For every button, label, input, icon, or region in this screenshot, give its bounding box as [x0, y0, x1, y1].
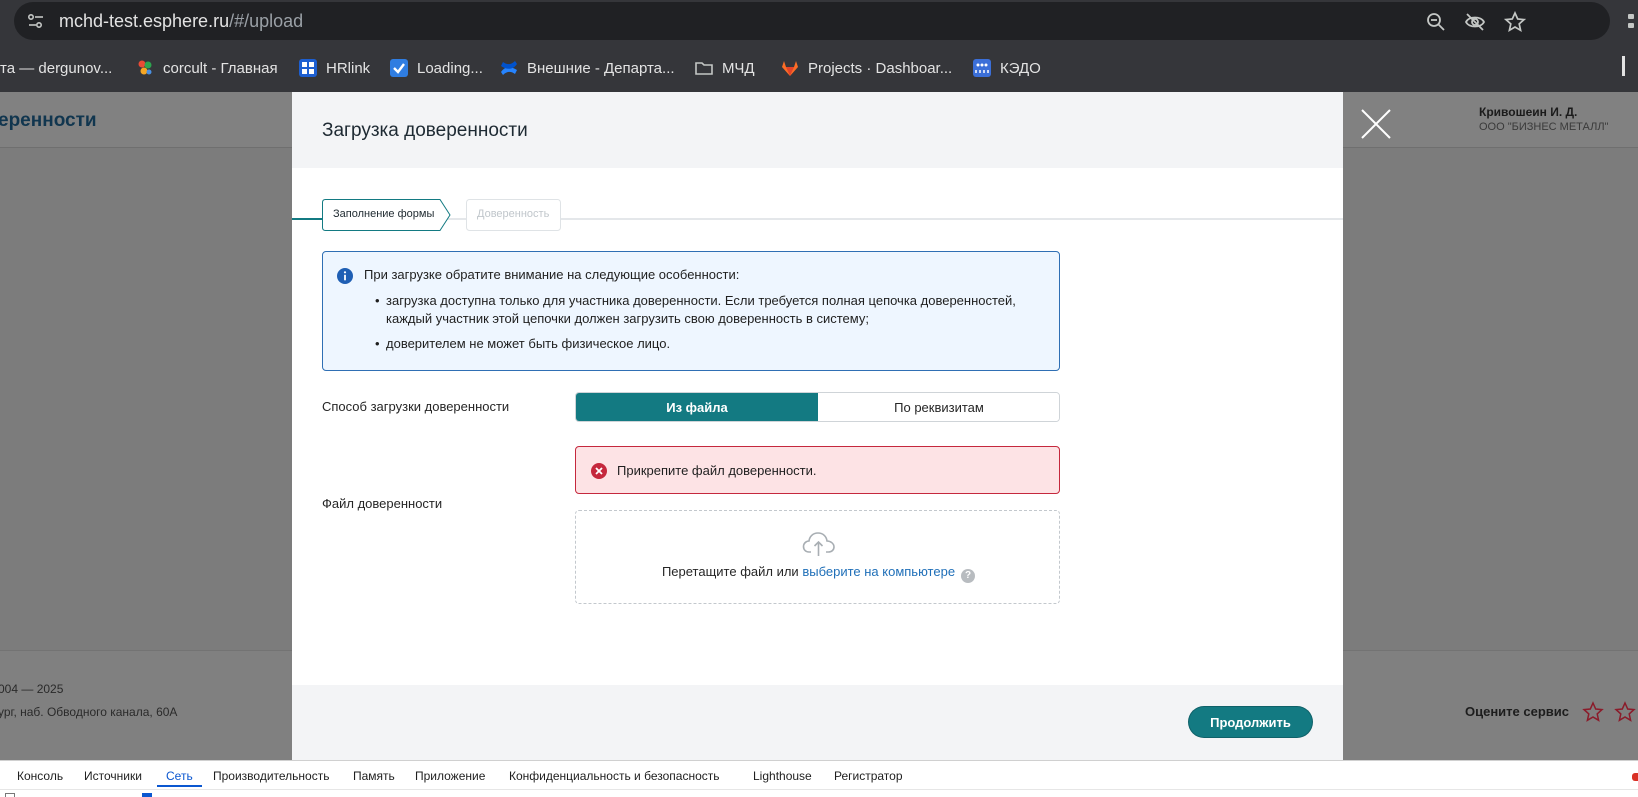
file-dropzone[interactable]: Перетащите файл или выберите на компьюте…: [575, 510, 1060, 604]
browser-toolbar: mchd-test.esphere.ru/#/upload: [0, 0, 1638, 44]
bookmarks-bar: та — dergunov... corcult - Главная HRlin…: [0, 44, 1638, 92]
error-count-badge[interactable]: [1632, 773, 1638, 781]
corcult-icon: [138, 60, 152, 75]
bookmark-5[interactable]: МЧД: [694, 57, 754, 79]
bookmark-label: Projects · Dashboar...: [808, 59, 953, 77]
modal-title: Загрузка доверенности: [322, 120, 528, 141]
from-file-option[interactable]: Из файла: [576, 393, 818, 421]
bookmark-label: та — dergunov...: [0, 59, 113, 77]
kedo-icon: [973, 59, 991, 77]
help-icon[interactable]: ?: [961, 569, 976, 583]
info-bullet-text: доверителем не может быть физическое лиц…: [386, 336, 671, 351]
devtools-panel: Консоль Источники Сеть Производительност…: [0, 760, 1638, 797]
info-icon: [337, 268, 353, 284]
devtools-checkbox-checked[interactable]: [142, 793, 152, 797]
choose-file-link[interactable]: выберите на компьютере: [802, 564, 955, 579]
devtools-tab-application[interactable]: Приложение: [415, 769, 485, 783]
bookmark-label: МЧД: [722, 59, 755, 77]
loading-icon: [390, 59, 408, 77]
url-path: /#/upload: [229, 11, 304, 31]
bullet-dot: •: [375, 336, 380, 351]
bookmark-0[interactable]: та — dergunov...: [0, 57, 112, 79]
bookmark-2[interactable]: HRlink: [298, 57, 370, 79]
step-form-label: Заполнение формы: [333, 208, 435, 220]
error-text: Прикрепите файл доверенности.: [617, 463, 817, 478]
devtools-tab-network[interactable]: Сеть: [166, 769, 193, 783]
devtools-tab-recorder[interactable]: Регистратор: [834, 769, 903, 783]
close-icon[interactable]: [1360, 108, 1392, 140]
bookmark-7[interactable]: КЭДО: [972, 57, 1041, 79]
file-label: Файл доверенности: [322, 496, 443, 511]
info-bullet-text: каждый участник этой цепочки должен загр…: [386, 311, 869, 326]
devtools-tab-lighthouse[interactable]: Lighthouse: [753, 769, 812, 783]
error-icon: [591, 463, 607, 479]
footer-copyright: 004 — 2025: [0, 682, 64, 696]
drop-text: Перетащите файл или: [661, 564, 799, 579]
site-info-icon[interactable]: [26, 11, 46, 31]
upload-method-label: Способ загрузки доверенности: [322, 399, 510, 414]
rate-service-label: Оцените сервис: [1465, 704, 1569, 719]
user-name[interactable]: Кривошеин И. Д.: [1479, 105, 1577, 119]
rating-star-icon[interactable]: [1614, 701, 1636, 723]
bookmark-label: КЭДО: [1000, 59, 1041, 77]
bookmark-3[interactable]: Loading...: [389, 57, 483, 79]
menu-icon[interactable]: [1624, 12, 1638, 32]
step-document: Доверенность: [466, 199, 561, 231]
bookmark-label: HRlink: [326, 59, 371, 77]
step-document-label: Доверенность: [477, 208, 550, 220]
devtools-tab-performance[interactable]: Производительность: [213, 769, 329, 783]
bookmarks-divider: [1622, 56, 1625, 76]
cloud-upload-icon: [802, 532, 835, 556]
bookmark-1[interactable]: corcult - Главная: [135, 57, 278, 79]
bookmark-label: corcult - Главная: [163, 59, 278, 77]
bookmark-label: Внешние - Департа...: [527, 59, 675, 77]
error-alert: Прикрепите файл доверенности.: [575, 446, 1060, 494]
eye-off-icon[interactable]: [1464, 11, 1486, 33]
devtools-checkbox[interactable]: [5, 793, 15, 797]
drop-instructions: Перетащите файл или выберите на компьюте…: [576, 564, 1061, 583]
devtools-tab-privacy[interactable]: Конфиденциальность и безопасность: [509, 769, 720, 783]
bookmark-star-icon[interactable]: [1504, 11, 1526, 33]
devtools-active-underline: [157, 785, 202, 787]
devtools-tab-console[interactable]: Консоль: [17, 769, 63, 783]
bookmark-4[interactable]: Внешние - Департа...: [499, 57, 675, 79]
address-bar[interactable]: mchd-test.esphere.ru/#/upload: [14, 2, 1610, 40]
info-heading: При загрузке обратите внимание на следую…: [364, 267, 740, 282]
continue-button[interactable]: Продолжить: [1189, 707, 1312, 737]
folder-icon: [695, 62, 713, 75]
devtools-tab-sources[interactable]: Источники: [84, 769, 142, 783]
bookmark-label: Loading...: [417, 59, 483, 77]
upload-method-toggle: Из файла По реквизитам: [575, 392, 1060, 422]
bookmark-6[interactable]: Projects · Dashboar...: [780, 57, 952, 79]
step-form[interactable]: Заполнение формы: [322, 199, 452, 231]
user-org: ООО "БИЗНЕС МЕТАЛЛ": [1479, 121, 1609, 133]
info-notice: При загрузке обратите внимание на следую…: [322, 251, 1060, 371]
gitlab-icon: [782, 61, 798, 76]
rating-star-icon[interactable]: [1582, 701, 1604, 723]
footer-address: ург, наб. Обводного канала, 60А: [0, 705, 178, 719]
confluence-icon: [501, 61, 517, 75]
zoom-icon[interactable]: [1425, 11, 1447, 33]
by-details-option[interactable]: По реквизитам: [818, 393, 1059, 421]
hrlink-icon: [299, 59, 317, 77]
devtools-toolbar: [0, 789, 1638, 797]
devtools-tab-memory[interactable]: Память: [353, 769, 395, 783]
url-text[interactable]: mchd-test.esphere.ru/#/upload: [59, 11, 303, 32]
info-bullet-text: загрузка доступна только для участника д…: [386, 293, 1016, 308]
page-title: еренности: [0, 110, 97, 131]
url-host: mchd-test.esphere.ru: [59, 11, 230, 31]
upload-modal: Загрузка доверенности Заполнение формы Д…: [292, 92, 1343, 760]
bullet-dot: •: [375, 293, 380, 308]
modal-footer: [292, 685, 1343, 760]
